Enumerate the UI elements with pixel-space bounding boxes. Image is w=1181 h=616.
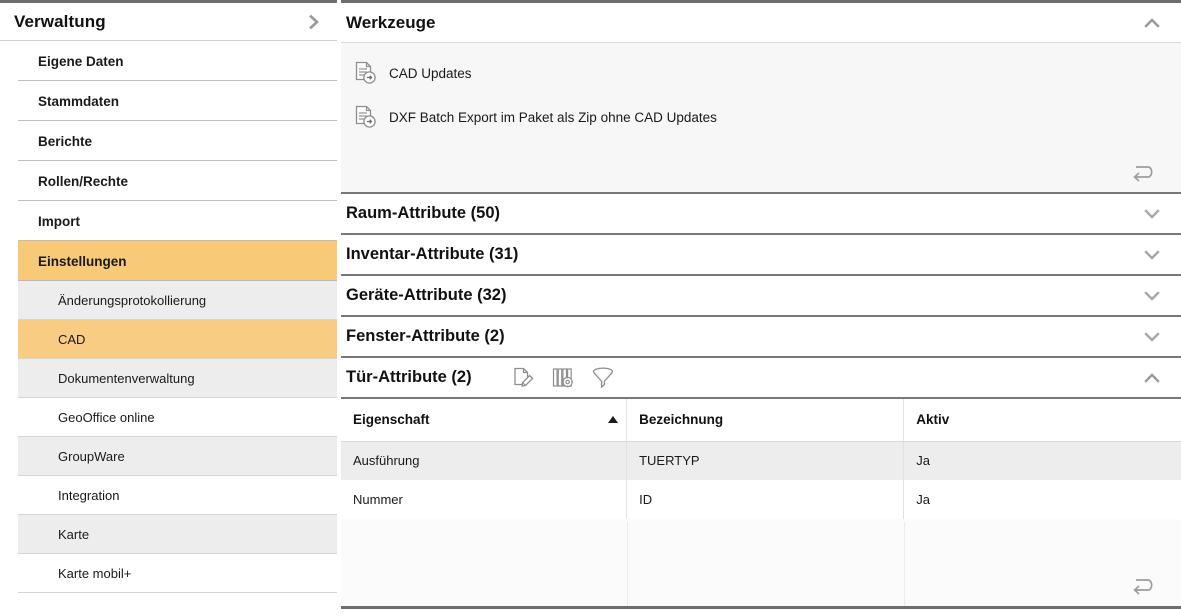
- column-header-bezeichnung[interactable]: Bezeichnung: [626, 399, 905, 442]
- column-settings-icon[interactable]: [550, 365, 576, 391]
- werkzeuge-content: CAD Updates DXF Batch Export im Paket al…: [341, 42, 1181, 192]
- filter-funnel-icon[interactable]: [590, 365, 616, 391]
- cell-eigenschaft: Ausführung: [341, 441, 628, 480]
- sidebar-subitem-label: Dokumentenverwaltung: [58, 371, 195, 386]
- sidebar-title: Verwaltung: [14, 11, 106, 31]
- cell-aktiv: Ja: [903, 441, 1181, 480]
- chevron-down-icon[interactable]: [1141, 285, 1163, 307]
- section-title: Inventar-Attribute (31): [346, 245, 519, 263]
- sidebar-subitem-label: Integration: [58, 488, 120, 503]
- sidebar-subitem-karte-mobil-plus[interactable]: Karte mobil+: [0, 554, 337, 593]
- section-title: Werkzeuge: [346, 12, 436, 32]
- sidebar-item-rollen-rechte[interactable]: Rollen/Rechte: [0, 161, 337, 201]
- bottom-rule: [341, 606, 1181, 609]
- sidebar-item-label: Stammdaten: [38, 93, 120, 109]
- section-header-inventar-attribute[interactable]: Inventar-Attribute (31): [341, 233, 1181, 274]
- sidebar-item-label: Rollen/Rechte: [38, 173, 129, 189]
- tool-item-dxf-batch-export[interactable]: DXF Batch Export im Paket als Zip ohne C…: [341, 95, 1181, 139]
- chevron-right-icon[interactable]: [305, 13, 323, 31]
- sidebar-subitem-label: CAD: [58, 332, 86, 347]
- section-header-raum-attribute[interactable]: Raum-Attribute (50): [341, 192, 1181, 233]
- sidebar-subitem-label: GeoOffice online: [58, 410, 155, 425]
- divider: [18, 592, 337, 593]
- tool-item-label: DXF Batch Export im Paket als Zip ohne C…: [389, 109, 717, 125]
- sidebar-subitem-label: Änderungsprotokollierung: [58, 293, 207, 308]
- tuer-attribute-table-area: Eigenschaft Bezeichnung Aktiv Ausführung: [341, 397, 1181, 609]
- cell-eigenschaft: Nummer: [341, 480, 628, 519]
- sidebar-item-label: Berichte: [38, 133, 93, 149]
- sidebar-item-label: Eigene Daten: [38, 53, 124, 69]
- tool-item-label: CAD Updates: [389, 65, 472, 81]
- section-title: Fenster-Attribute (2): [346, 327, 505, 345]
- document-export-icon: [351, 59, 379, 87]
- sidebar-subitem-cad[interactable]: CAD: [0, 320, 337, 359]
- sidebar-subitem-geooffice-online[interactable]: GeoOffice online: [0, 398, 337, 437]
- sidebar-subitem-groupware[interactable]: GroupWare: [0, 437, 337, 476]
- sidebar-item-berichte[interactable]: Berichte: [0, 121, 337, 161]
- table-row[interactable]: Ausführung TUERTYP Ja: [341, 441, 1181, 480]
- section-header-fenster-attribute[interactable]: Fenster-Attribute (2): [341, 315, 1181, 356]
- cell-bezeichnung: ID: [626, 480, 905, 519]
- column-divider: [626, 522, 628, 609]
- column-divider: [903, 522, 905, 609]
- section-header-werkzeuge[interactable]: Werkzeuge: [341, 3, 1181, 42]
- table-row[interactable]: Nummer ID Ja: [341, 480, 1181, 519]
- document-export-icon: [351, 103, 379, 131]
- column-header-eigenschaft[interactable]: Eigenschaft: [341, 399, 628, 442]
- column-header-label: Aktiv: [916, 412, 950, 428]
- sidebar-item-label: Import: [38, 213, 80, 229]
- sidebar-menu: Eigene Daten Stammdaten Berichte Rollen/…: [0, 41, 337, 593]
- chevron-down-icon[interactable]: [1141, 244, 1163, 266]
- sidebar-header[interactable]: Verwaltung: [0, 3, 337, 41]
- table-header-row: Eigenschaft Bezeichnung Aktiv: [341, 399, 1181, 442]
- return-arrow-icon[interactable]: [1129, 575, 1159, 597]
- chevron-down-icon[interactable]: [1141, 326, 1163, 348]
- section-title: Raum-Attribute (50): [346, 204, 501, 222]
- chevron-up-icon[interactable]: [1141, 12, 1163, 34]
- section-toolbar: [510, 365, 616, 391]
- tuer-attribute-undo-button[interactable]: [1129, 575, 1159, 601]
- sidebar-item-einstellungen[interactable]: Einstellungen: [18, 241, 337, 281]
- sidebar-subitem-label: Karte mobil+: [58, 566, 132, 581]
- section-header-tuer-attribute[interactable]: Tür-Attribute (2): [341, 356, 1181, 397]
- sidebar: Verwaltung Eigene Daten Stammdaten Beric…: [0, 0, 337, 616]
- table-empty-area: [341, 522, 1181, 609]
- tool-item-cad-updates[interactable]: CAD Updates: [341, 51, 1181, 95]
- edit-document-icon[interactable]: [510, 365, 536, 391]
- chevron-up-icon[interactable]: [1141, 367, 1163, 389]
- cell-aktiv: Ja: [903, 480, 1181, 519]
- app-root: Verwaltung Eigene Daten Stammdaten Beric…: [0, 0, 1181, 616]
- sidebar-subitem-integration[interactable]: Integration: [0, 476, 337, 515]
- sidebar-item-import[interactable]: Import: [0, 201, 337, 241]
- section-title: Tür-Attribute (2): [346, 368, 472, 386]
- sidebar-subitem-label: Karte: [58, 527, 90, 542]
- werkzeuge-undo-button[interactable]: [1129, 162, 1159, 188]
- attributes-table: Eigenschaft Bezeichnung Aktiv Ausführung: [341, 399, 1181, 519]
- column-header-aktiv[interactable]: Aktiv: [903, 399, 1181, 442]
- sidebar-item-eigene-daten[interactable]: Eigene Daten: [0, 41, 337, 81]
- sidebar-subitem-label: GroupWare: [58, 449, 125, 464]
- chevron-down-icon[interactable]: [1141, 203, 1163, 225]
- sidebar-item-stammdaten[interactable]: Stammdaten: [0, 81, 337, 121]
- main-panel: Werkzeuge CAD Updates DXF Batch Export i…: [341, 0, 1181, 616]
- sidebar-subitem-dokumentenverwaltung[interactable]: Dokumentenverwaltung: [0, 359, 337, 398]
- return-arrow-icon[interactable]: [1129, 162, 1159, 184]
- sidebar-subitem-aenderungsprotokollierung[interactable]: Änderungsprotokollierung: [0, 281, 337, 320]
- section-title: Geräte-Attribute (32): [346, 286, 507, 304]
- cell-bezeichnung: TUERTYP: [626, 441, 905, 480]
- column-header-label: Bezeichnung: [639, 412, 724, 428]
- sidebar-item-label: Einstellungen: [38, 253, 127, 269]
- sort-ascending-icon: [608, 415, 619, 423]
- section-header-geraete-attribute[interactable]: Geräte-Attribute (32): [341, 274, 1181, 315]
- sidebar-subitem-karte[interactable]: Karte: [0, 515, 337, 554]
- column-header-label: Eigenschaft: [353, 412, 430, 428]
